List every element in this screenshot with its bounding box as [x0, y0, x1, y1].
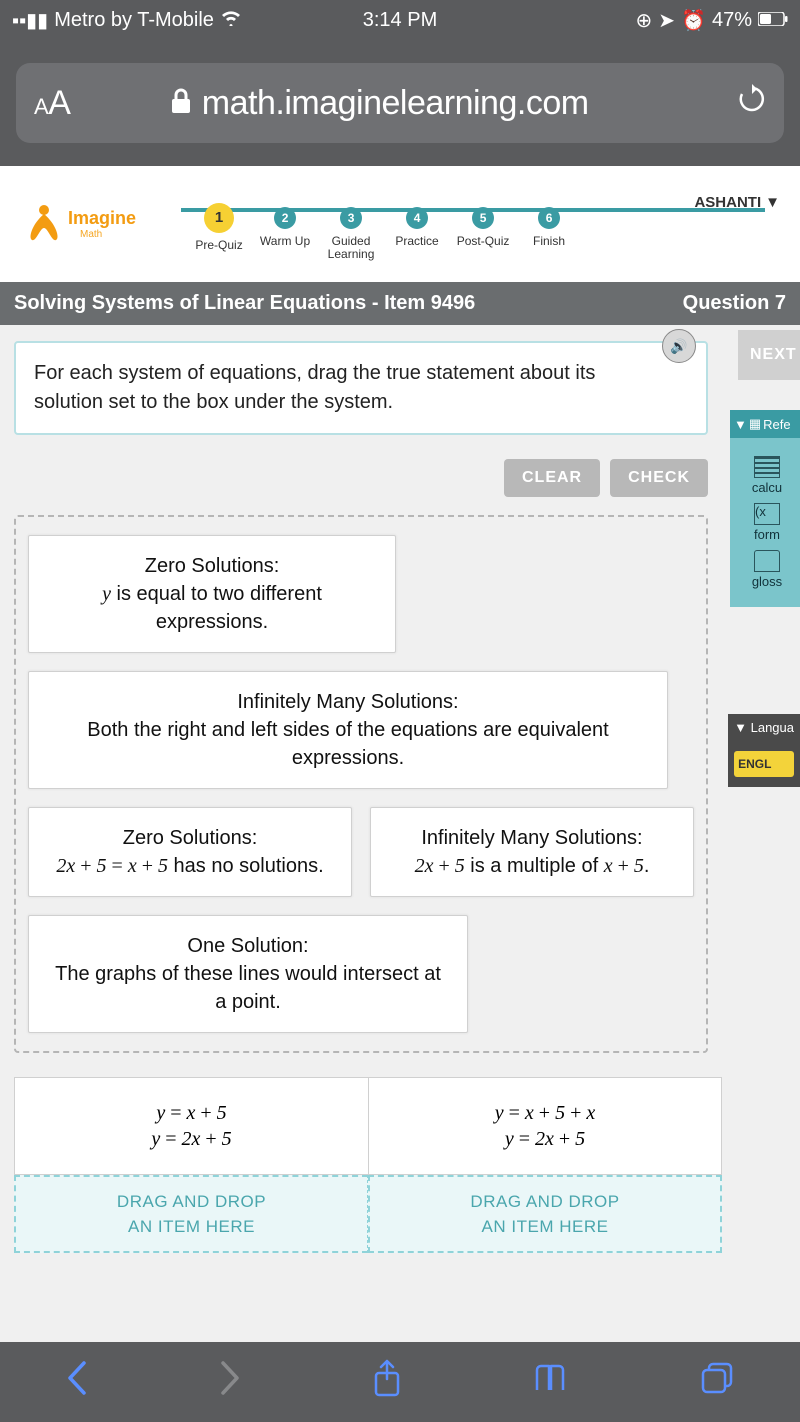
step-post-quiz[interactable]: 5Post-Quiz	[450, 207, 516, 248]
answer-card-zero-2x5[interactable]: Zero Solutions: 2x + 5 = x + 5 has no so…	[28, 807, 352, 897]
next-button-container: NEXT	[738, 330, 800, 380]
drop-zone-2[interactable]: DRAG AND DROPAN ITEM HERE	[368, 1175, 722, 1253]
imagine-math-logo[interactable]: Imagine Math	[22, 200, 136, 249]
clear-button[interactable]: CLEAR	[504, 459, 600, 497]
question-area: For each system of equations, drag the t…	[0, 325, 800, 1253]
forward-button	[219, 1361, 241, 1403]
browser-url-bar-container: AA math.imaginelearning.com	[0, 40, 800, 166]
chevron-down-icon: ▼	[765, 194, 780, 211]
answer-card-one-solution[interactable]: One Solution: The graphs of these lines …	[28, 915, 468, 1033]
english-button[interactable]: ENGL	[734, 751, 794, 777]
speaker-icon: 🔊	[670, 336, 687, 356]
formula-tool[interactable]: (xform	[738, 503, 796, 542]
step-guided-learning[interactable]: 3Guided Learning	[318, 207, 384, 261]
chevron-down-icon: ▼	[734, 720, 747, 735]
system-2-equations: y = x + 5 + x y = 2x + 5	[368, 1077, 722, 1175]
answer-card-infinite-equiv[interactable]: Infinitely Many Solutions: Both the righ…	[28, 671, 668, 789]
app-header: Imagine Math 1Pre-Quiz 2Warm Up 3Guided …	[0, 166, 800, 282]
next-button[interactable]: NEXT	[738, 330, 800, 380]
system-1-equations: y = x + 5 y = 2x + 5	[14, 1077, 368, 1175]
step-practice[interactable]: 4Practice	[384, 207, 450, 248]
safari-toolbar	[0, 1342, 800, 1422]
glossary-tool[interactable]: gloss	[738, 550, 796, 589]
calculator-mini-icon: ▦	[749, 416, 761, 432]
calculator-icon	[754, 456, 780, 478]
url-text: math.imaginelearning.com	[202, 84, 589, 123]
bookmarks-button[interactable]	[533, 1364, 569, 1400]
check-button[interactable]: CHECK	[610, 459, 708, 497]
tabs-button[interactable]	[700, 1361, 734, 1403]
language-panel[interactable]: ▼ Langua ENGL	[728, 714, 800, 787]
url-bar[interactable]: AA math.imaginelearning.com	[16, 63, 784, 143]
calculator-tool[interactable]: calcu	[738, 456, 796, 495]
clock: 3:14 PM	[0, 9, 800, 32]
share-button[interactable]	[372, 1359, 402, 1405]
drag-source-area: Zero Solutions: y is equal to two differ…	[14, 515, 708, 1053]
lock-icon	[170, 84, 192, 123]
back-button[interactable]	[66, 1361, 88, 1403]
step-finish[interactable]: 6Finish	[516, 207, 582, 248]
progress-stepper: 1Pre-Quiz 2Warm Up 3Guided Learning 4Pra…	[186, 207, 800, 261]
drop-zone-1[interactable]: DRAG AND DROPAN ITEM HERE	[14, 1175, 368, 1253]
answer-card-zero-y[interactable]: Zero Solutions: y is equal to two differ…	[28, 535, 396, 653]
answer-card-infinite-multiple[interactable]: Infinitely Many Solutions: 2x + 5 is a m…	[370, 807, 694, 897]
ios-status-bar: ▪▪▮▮ Metro by T-Mobile 3:14 PM ⊕ ➤ ⏰ 47%	[0, 0, 800, 40]
topic-title: Solving Systems of Linear Equations - It…	[14, 292, 475, 315]
question-number: Question 7	[683, 292, 786, 315]
audio-button[interactable]: 🔊	[662, 329, 696, 363]
drop-targets: y = x + 5 y = 2x + 5 DRAG AND DROPAN ITE…	[14, 1077, 722, 1253]
topic-bar: Solving Systems of Linear Equations - It…	[0, 282, 800, 325]
logo-text-2: Math	[80, 229, 136, 240]
formula-icon: (x	[754, 503, 780, 525]
step-warm-up[interactable]: 2Warm Up	[252, 207, 318, 248]
glossary-icon	[754, 550, 780, 572]
reload-icon[interactable]	[738, 84, 766, 123]
step-pre-quiz[interactable]: 1Pre-Quiz	[186, 207, 252, 252]
logo-icon	[22, 200, 66, 249]
chevron-down-icon: ▼	[734, 417, 747, 432]
question-prompt: For each system of equations, drag the t…	[14, 341, 708, 435]
logo-text-1: Imagine	[68, 208, 136, 229]
reference-panel[interactable]: ▼ ▦Refe calcu (xform gloss	[730, 410, 800, 607]
